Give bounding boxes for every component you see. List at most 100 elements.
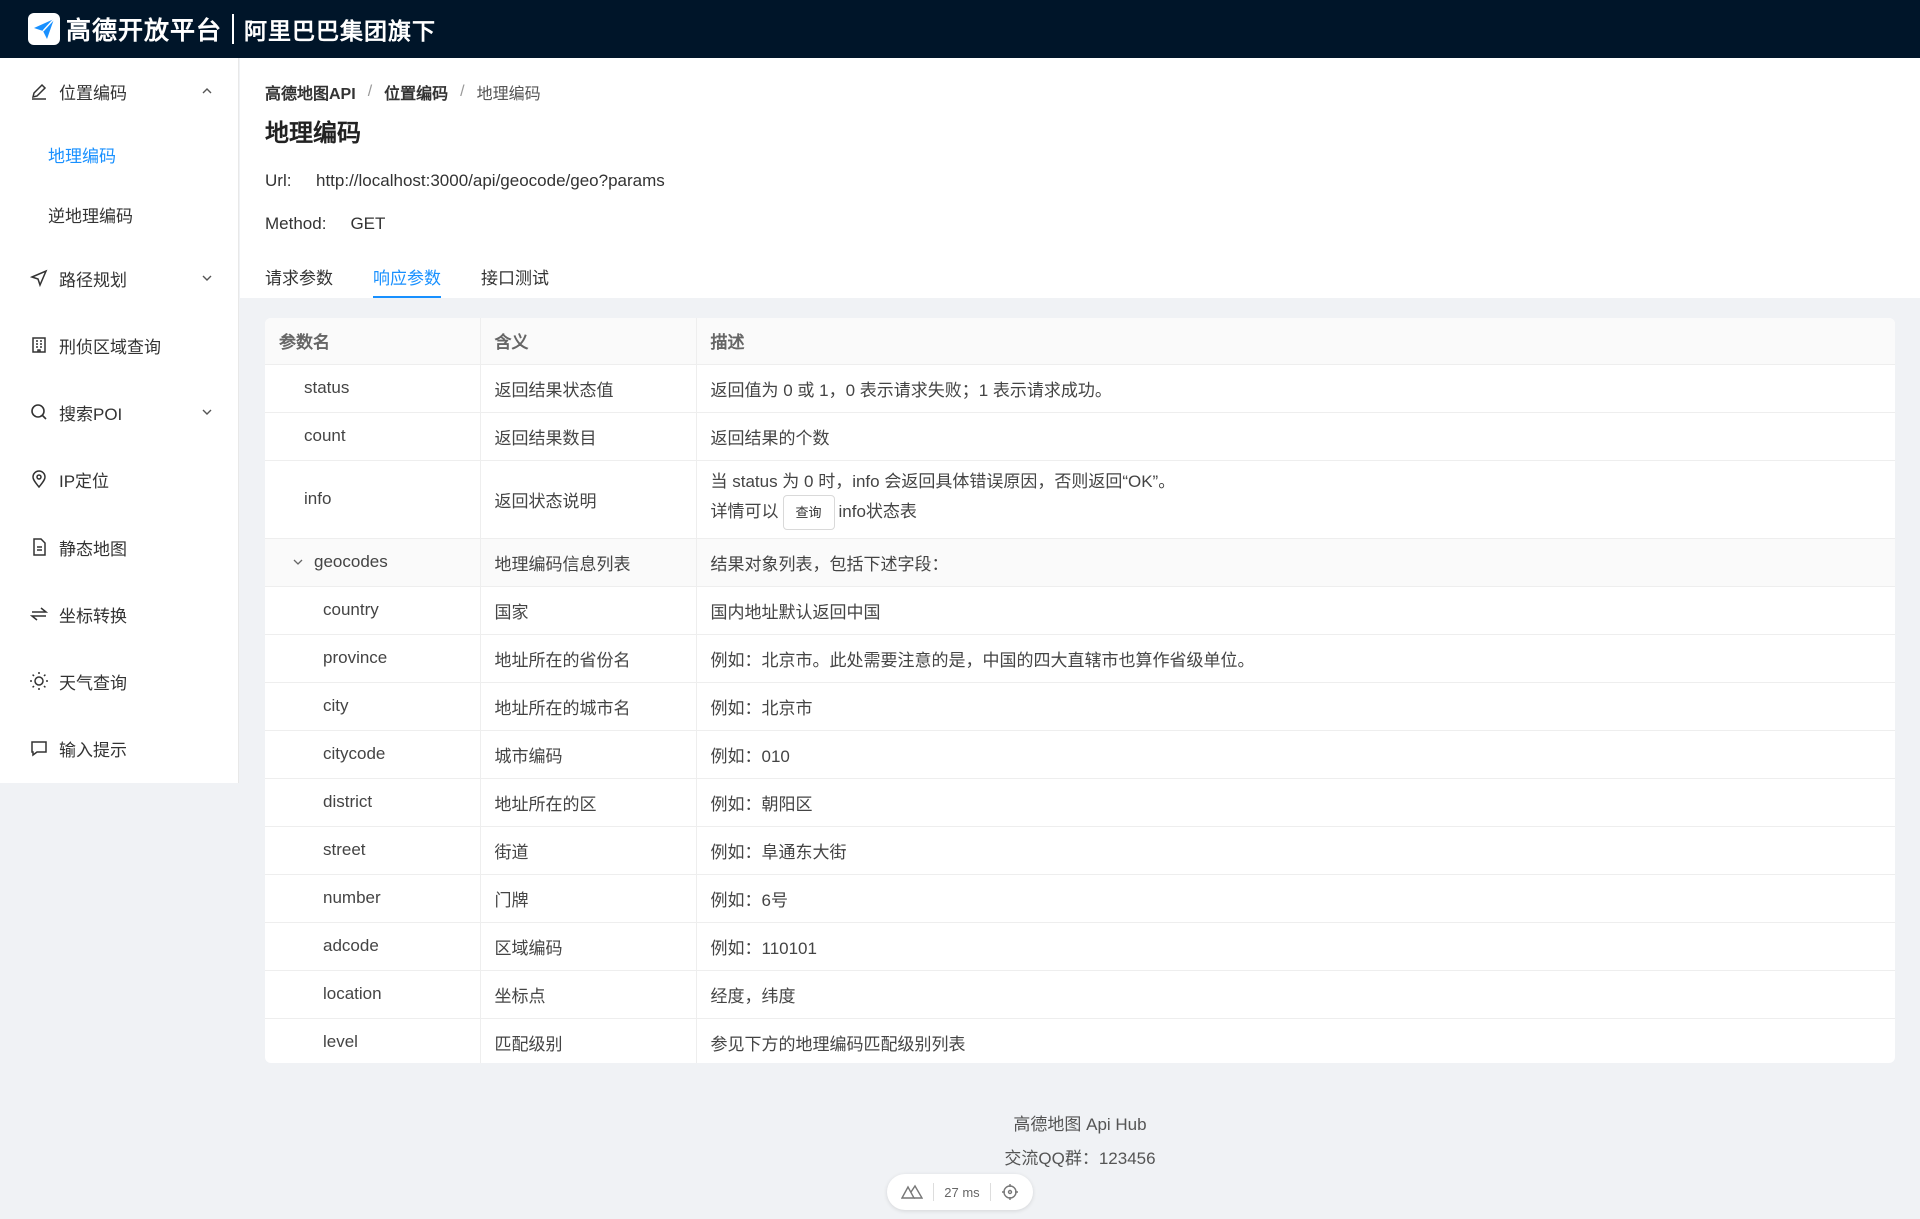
sidebar-item-search-poi[interactable]: 搜索POI (0, 387, 239, 437)
table-row: country 国家 国内地址默认返回中国 (265, 586, 1895, 635)
sidebar-item-label: 搜索POI (59, 404, 123, 424)
param-description: 例如：北京市 (695, 682, 1895, 731)
devtools-timing: 27 ms (944, 1184, 980, 1200)
url-label: Url: (265, 171, 292, 190)
sidebar-item-geocode[interactable]: 地理编码 (0, 129, 239, 179)
table-row: city 地址所在的城市名 例如：北京市 (265, 682, 1895, 731)
footer-title: 高德地图 Api Hub (1013, 1115, 1147, 1134)
tab-api-test[interactable]: 接口测试 (481, 264, 549, 298)
param-meaning: 坐标点 (479, 970, 696, 1019)
navigation-icon (28, 267, 50, 289)
param-name: status (304, 378, 350, 397)
sidebar-item-static-map[interactable]: 静态地图 (0, 522, 239, 572)
url-row: Url: http://localhost:3000/api/geocode/g… (265, 171, 665, 191)
param-name: count (304, 426, 346, 445)
table-row: location 坐标点 经度，纬度 (265, 970, 1895, 1019)
column-header-param-name: 参数名 (265, 318, 480, 365)
page-title: 地理编码 (265, 120, 361, 147)
param-name: province (323, 648, 388, 667)
table-row: count 返回结果数目 返回结果的个数 (265, 412, 1895, 461)
param-description: 结果对象列表，包括下述字段： (695, 538, 1895, 587)
swap-icon (28, 603, 50, 625)
param-description: 例如：北京市。此处需要注意的是，中国的四大直辖市也算作省级单位。 (695, 634, 1895, 683)
chevron-down-icon (202, 275, 212, 281)
param-description: 当 status 为 0 时，info 会返回具体错误原因，否则返回“OK”。 … (695, 460, 1895, 539)
param-name: level (323, 1032, 358, 1052)
param-meaning: 匹配级别 (479, 1018, 696, 1063)
table-row: citycode 城市编码 例如：010 (265, 730, 1895, 779)
sidebar-item-input-tips[interactable]: 输入提示 (0, 723, 239, 773)
column-header-meaning: 含义 (479, 318, 696, 365)
param-description: 例如：010 (695, 730, 1895, 779)
table-row: adcode 区域编码 例如：110101 (265, 922, 1895, 971)
sidebar-item-ip-location[interactable]: IP定位 (0, 454, 239, 504)
pen-icon (28, 80, 50, 102)
param-name: citycode (323, 744, 386, 763)
sidebar-item-reverse-geocode[interactable]: 逆地理编码 (0, 189, 239, 239)
nuxt-logo-icon[interactable] (901, 1184, 923, 1200)
table-row-expandable[interactable]: geocodes 地理编码信息列表 结果对象列表，包括下述字段： (265, 538, 1895, 587)
param-description: 例如：110101 (695, 922, 1895, 971)
page-header: 高德地图API / 位置编码 / 地理编码 地理编码 Url: http://l… (240, 58, 1920, 298)
info-description-line: 当 status 为 0 时，info 会返回具体错误原因，否则返回“OK”。 (710, 472, 1176, 491)
param-meaning: 返回结果数目 (479, 412, 696, 461)
sidebar-item-label: 静态地图 (59, 539, 127, 559)
chevron-down-icon[interactable] (292, 556, 304, 568)
param-meaning: 地址所在的区 (479, 778, 696, 827)
table-row: level 匹配级别 参见下方的地理编码匹配级别列表 (265, 1018, 1895, 1063)
sidebar-item-criminal-area-query[interactable]: 刑侦区域查询 (0, 320, 239, 370)
breadcrumb-link[interactable]: 高德地图API (265, 80, 356, 104)
response-params-table: 参数名 含义 描述 status 返回结果状态值 返回值为 0 或 1，0 表示… (265, 318, 1895, 1063)
footer-qq-group: 交流QQ群：123456 (1004, 1149, 1156, 1168)
param-name: street (323, 840, 366, 859)
param-description: 返回值为 0 或 1，0 表示请求失败；1 表示请求成功。 (695, 364, 1895, 413)
table-row: street 街道 例如：阜通东大街 (265, 826, 1895, 875)
param-meaning: 地址所在的省份名 (479, 634, 696, 683)
building-icon (28, 334, 50, 356)
table-row: district 地址所在的区 例如：朝阳区 (265, 778, 1895, 827)
devtools-pill[interactable]: 27 ms (887, 1174, 1033, 1210)
param-meaning: 区域编码 (479, 922, 696, 971)
param-name: location (323, 984, 382, 1003)
method-label: Method: (265, 214, 327, 233)
query-info-status-button[interactable]: 查询 (782, 495, 835, 530)
param-name: country (323, 600, 379, 619)
method-row: Method: GET (265, 214, 385, 234)
tab-request-params[interactable]: 请求参数 (265, 264, 333, 298)
search-icon (28, 401, 50, 423)
param-description: 返回结果的个数 (695, 412, 1895, 461)
brand-subtitle: 阿里巴巴集团旗下 (244, 18, 437, 44)
param-description: 例如：6号 (695, 874, 1895, 923)
param-meaning: 门牌 (479, 874, 696, 923)
sidebar-item-weather[interactable]: 天气查询 (0, 656, 239, 706)
param-description: 参见下方的地理编码匹配级别列表 (695, 1018, 1895, 1063)
param-description: 经度，纬度 (695, 970, 1895, 1019)
sidebar-item-geocoding-group[interactable]: 位置编码 (0, 66, 239, 116)
sidebar-item-label: 坐标转换 (59, 606, 127, 626)
crosshair-icon[interactable] (1001, 1183, 1019, 1201)
sidebar-item-route-planning[interactable]: 路径规划 (0, 253, 239, 303)
table-row: info 返回状态说明 当 status 为 0 时，info 会返回具体错误原… (265, 460, 1895, 539)
sun-icon (28, 670, 50, 692)
sidebar-item-label: 路径规划 (59, 270, 127, 290)
devtools-divider (933, 1183, 935, 1201)
sidebar-item-label: 天气查询 (59, 673, 127, 693)
param-meaning: 城市编码 (479, 730, 696, 779)
amap-logo-icon (28, 13, 60, 45)
column-header-description: 描述 (695, 318, 1895, 365)
method-value: GET (350, 214, 386, 233)
devtools-divider (989, 1183, 991, 1201)
sidebar-item-coordinate-convert[interactable]: 坐标转换 (0, 589, 239, 639)
param-meaning: 国家 (479, 586, 696, 635)
sidebar: 位置编码 地理编码 逆地理编码 路径规划 刑侦区域查询 搜索POI IP定位 静… (0, 58, 239, 783)
info-description-suffix: info状态表 (838, 501, 917, 521)
tab-response-params[interactable]: 响应参数 (373, 264, 441, 298)
breadcrumb: 高德地图API / 位置编码 / 地理编码 (265, 80, 541, 104)
param-name: city (323, 696, 349, 715)
brand-divider (232, 14, 235, 44)
chevron-down-icon (202, 409, 212, 415)
param-meaning: 返回结果状态值 (479, 364, 696, 413)
document-icon (28, 536, 50, 558)
param-description: 国内地址默认返回中国 (695, 586, 1895, 635)
breadcrumb-link[interactable]: 位置编码 (384, 80, 448, 104)
